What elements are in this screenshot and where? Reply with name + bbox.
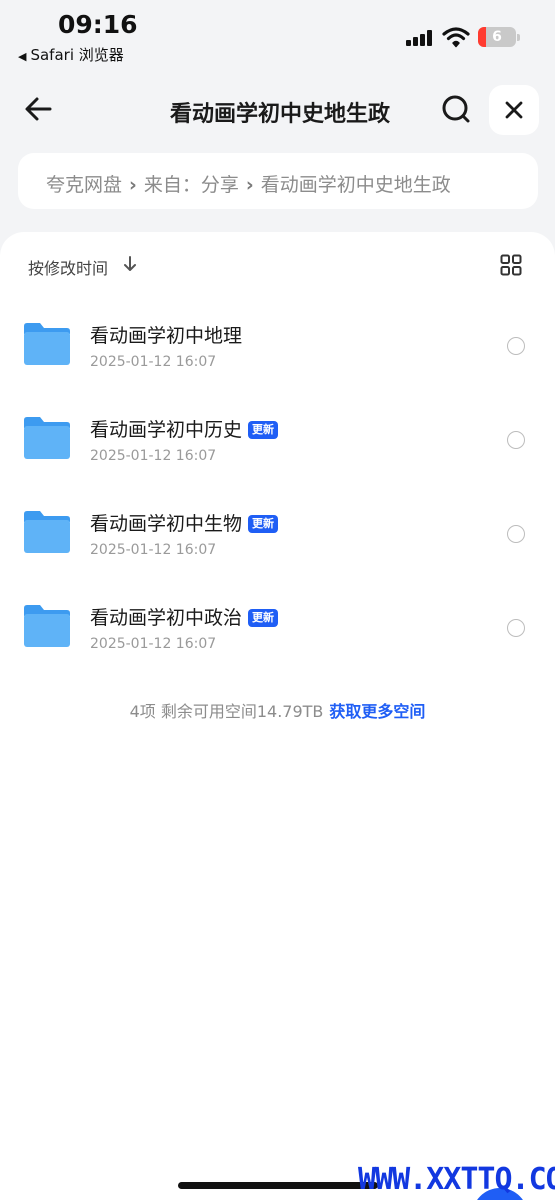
update-badge: 更新 (248, 421, 279, 439)
folder-icon (24, 417, 70, 459)
file-date: 2025-01-12 16:07 (90, 636, 217, 652)
wifi-icon (442, 27, 470, 48)
storage-info: 4项 剩余可用空间14.79TB 获取更多空间 (0, 698, 555, 722)
folder-icon (24, 323, 70, 365)
update-badge: 更新 (248, 515, 279, 533)
breadcrumb-item-share[interactable]: 来自：分享 (144, 174, 239, 196)
watermark-text: WWW.XXTTQ.COM (358, 1162, 555, 1197)
page-title: 看动画学初中史地生政 (169, 102, 390, 127)
update-badge: 更新 (248, 609, 279, 627)
file-date: 2025-01-12 16:07 (90, 354, 217, 370)
back-triangle-icon: ◀ (18, 50, 27, 63)
file-row-0[interactable]: 看动画学初中地理 2025-01-12 16:07 (0, 302, 555, 390)
sort-label: 按修改时间 (28, 259, 109, 278)
file-row-2[interactable]: 看动画学初中生物 更新 2025-01-12 16:07 (0, 490, 555, 578)
back-app-label: Safari 浏览器 (30, 46, 124, 64)
status-bar: 09:16 ◀ Safari 浏览器 6 (0, 0, 555, 70)
chevron-right-icon: › (245, 174, 254, 196)
home-indicator[interactable] (178, 1182, 378, 1189)
storage-text: 4项 剩余可用空间14.79TB (129, 702, 324, 721)
breadcrumb-item-current: 看动画学初中史地生政 (260, 174, 451, 196)
header: 看动画学初中史地生政 (0, 80, 555, 140)
arrow-down-icon[interactable] (122, 254, 138, 274)
status-time: 09:16 (58, 10, 138, 39)
file-date: 2025-01-12 16:07 (90, 448, 217, 464)
cellular-signal-icon (406, 30, 434, 46)
search-icon[interactable] (437, 90, 475, 128)
back-to-safari-link[interactable]: ◀ Safari 浏览器 (18, 44, 124, 65)
file-name: 看动画学初中政治 更新 (90, 603, 279, 630)
close-icon (505, 101, 523, 119)
get-more-space-link[interactable]: 获取更多空间 (329, 702, 425, 721)
select-radio[interactable] (507, 525, 525, 543)
file-list-panel: 按修改时间 看动画学初中地理 2025-01-12 16:07 看动画学初中历史… (0, 232, 555, 1200)
folder-icon (24, 605, 70, 647)
breadcrumb-item-root[interactable]: 夸克网盘 (46, 174, 122, 196)
file-row-3[interactable]: 看动画学初中政治 更新 2025-01-12 16:07 (0, 584, 555, 672)
folder-icon (24, 511, 70, 553)
select-radio[interactable] (507, 337, 525, 355)
file-name: 看动画学初中历史 更新 (90, 415, 279, 442)
file-name: 看动画学初中生物 更新 (90, 509, 279, 536)
back-arrow-icon[interactable] (22, 92, 56, 126)
select-radio[interactable] (507, 619, 525, 637)
file-date: 2025-01-12 16:07 (90, 542, 217, 558)
chevron-right-icon: › (129, 174, 137, 196)
battery-level: 6 (492, 29, 502, 45)
battery-icon: 6 (478, 27, 520, 47)
grid-view-icon[interactable] (500, 254, 522, 276)
select-radio[interactable] (507, 431, 525, 449)
breadcrumb: 夸克网盘 › 来自：分享 › 看动画学初中史地生政 (18, 153, 538, 209)
file-row-1[interactable]: 看动画学初中历史 更新 2025-01-12 16:07 (0, 396, 555, 484)
sort-button[interactable]: 按修改时间 (28, 255, 108, 279)
close-button[interactable] (489, 85, 539, 135)
file-name: 看动画学初中地理 (90, 325, 243, 347)
